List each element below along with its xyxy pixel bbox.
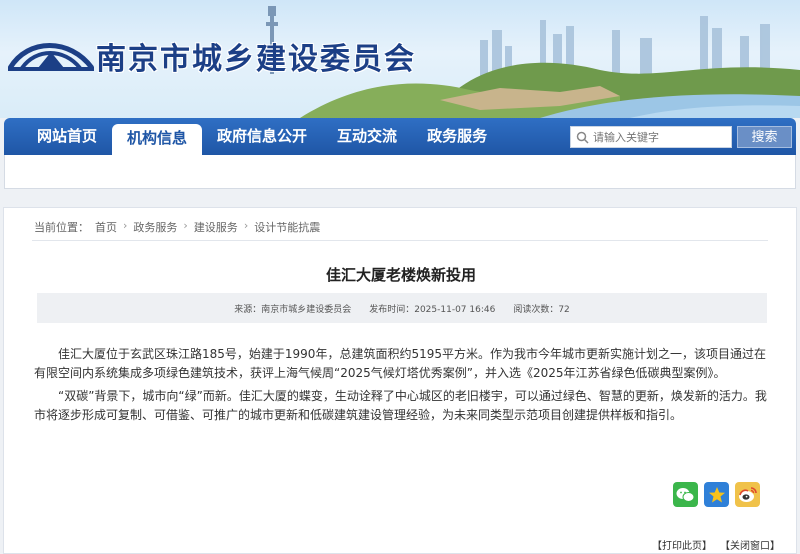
wechat-icon[interactable]	[673, 482, 698, 507]
nav-gov-info-disclosure[interactable]: 政府信息公开	[202, 118, 322, 155]
breadcrumb-separator: ›	[243, 219, 249, 232]
search-button[interactable]: 搜索	[737, 126, 792, 148]
article-paragraph: “双碳”背景下，城市向“绿”而新。佳汇大厦的蝶变，生动诠释了中心城区的老旧楼宇，…	[34, 389, 767, 422]
breadcrumb-design-energy[interactable]: 设计节能抗震	[254, 219, 320, 235]
nav-home[interactable]: 网站首页	[22, 118, 112, 155]
article-panel: 当前位置： 首页 › 政务服务 › 建设服务 › 设计节能抗震 佳汇大厦老楼焕新…	[3, 207, 797, 554]
article-views: 阅读次数：72	[513, 304, 570, 315]
article-publish-time: 发布时间：2025-11-07 16:46	[369, 304, 496, 315]
main-nav: 网站首页机构信息政府信息公开互动交流政务服务 搜索	[4, 118, 796, 155]
breadcrumb-separator: ›	[183, 219, 188, 232]
article-body: 佳汇大厦位于玄武区珠江路185号，始建于1990年，总建筑面积约5195平方米。…	[34, 345, 769, 429]
share-buttons	[673, 482, 760, 507]
breadcrumb: 当前位置： 首页 › 政务服务 › 建设服务 › 设计节能抗震	[34, 219, 320, 235]
search-icon	[571, 127, 593, 147]
article-title: 佳汇大厦老楼焕新投用	[325, 266, 476, 284]
breadcrumb-home[interactable]: 首页	[95, 219, 117, 235]
article-paragraph: 佳汇大厦位于玄武区珠江路185号，始建于1990年，总建筑面积约5195平方米。…	[34, 347, 766, 380]
breadcrumb-separator: ›	[123, 219, 128, 232]
breadcrumb-construction-services[interactable]: 建设服务	[194, 219, 238, 235]
article-source: 来源：南京市城乡建设委员会	[234, 304, 352, 315]
header-banner: 南京市城乡建设委员会	[0, 0, 800, 118]
nav-gov-services[interactable]: 政务服务	[412, 118, 502, 155]
weibo-icon[interactable]	[735, 482, 760, 507]
search-box	[570, 126, 732, 148]
breadcrumb-prefix: 当前位置：	[34, 221, 89, 234]
article-meta: 来源：南京市城乡建设委员会 发布时间：2025-11-07 16:46 阅读次数…	[37, 293, 767, 323]
footer-links: 【打印此页】 【关闭窗口】	[652, 537, 780, 552]
nav-organization-info[interactable]: 机构信息	[112, 124, 203, 155]
close-window-link[interactable]: 【关闭窗口】	[720, 537, 780, 552]
print-page-link[interactable]: 【打印此页】	[652, 537, 712, 552]
search-input[interactable]	[593, 130, 723, 144]
qzone-icon[interactable]	[704, 482, 729, 507]
sub-nav-bar	[4, 155, 796, 189]
site-title: 南京市城乡建设委员会	[96, 42, 416, 77]
logo-icon	[7, 34, 95, 76]
divider	[32, 240, 768, 241]
breadcrumb-gov-services[interactable]: 政务服务	[133, 219, 177, 235]
nav-items: 网站首页 机构信息 政府信息公开 互动交流 政务服务	[22, 118, 502, 155]
nav-interaction[interactable]: 互动交流	[322, 118, 412, 155]
